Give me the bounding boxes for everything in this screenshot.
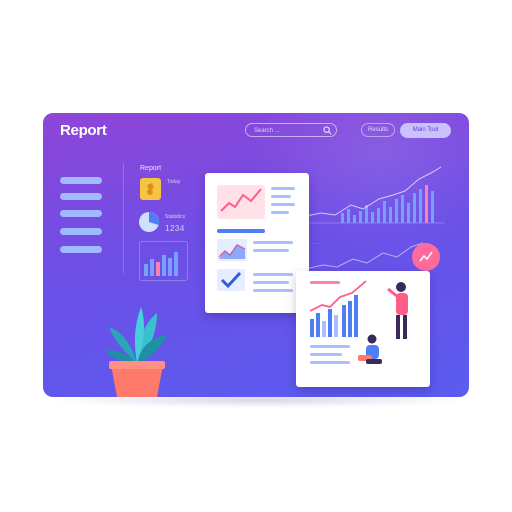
action-button[interactable] — [412, 243, 440, 271]
analytics-content — [309, 280, 408, 364]
main-tool-button[interactable]: Main Tool — [400, 123, 451, 138]
analytics-document[interactable] — [296, 271, 430, 387]
mid-line-chart — [305, 242, 423, 275]
app-title: Report — [60, 122, 107, 139]
ticket-icon — [147, 183, 154, 195]
mini-bar-chart — [139, 241, 188, 281]
stat-number: 1234 — [165, 224, 185, 233]
sidebar-item-1[interactable] — [60, 177, 102, 184]
ticket-card[interactable] — [140, 178, 161, 200]
line-chart-icon — [419, 251, 433, 262]
pie-chart-icon — [139, 212, 159, 232]
stat-caption: Statistics — [165, 214, 186, 220]
bar-chart-icon — [144, 252, 178, 276]
search-icon — [323, 126, 332, 135]
line-chart-icon — [301, 166, 445, 224]
dashboard-panel: Report Search ... Results Main Tool Repo… — [43, 113, 469, 397]
divider — [123, 163, 124, 273]
search-placeholder: Search ... — [254, 128, 280, 134]
sidebar-item-4[interactable] — [60, 228, 102, 235]
plant-icon — [105, 307, 167, 397]
sidebar-item-3[interactable] — [60, 210, 102, 217]
tag-label: Today — [167, 179, 181, 185]
widget-report-label: Report — [140, 165, 162, 172]
sidebar-item-2[interactable] — [60, 193, 102, 200]
results-link[interactable]: Results — [361, 123, 395, 137]
search-input[interactable]: Search ... — [245, 123, 337, 137]
check-icon — [217, 269, 245, 291]
document-content — [217, 185, 295, 292]
person-icon — [358, 282, 408, 364]
sidebar-item-5[interactable] — [60, 246, 102, 253]
report-document[interactable] — [205, 173, 309, 313]
